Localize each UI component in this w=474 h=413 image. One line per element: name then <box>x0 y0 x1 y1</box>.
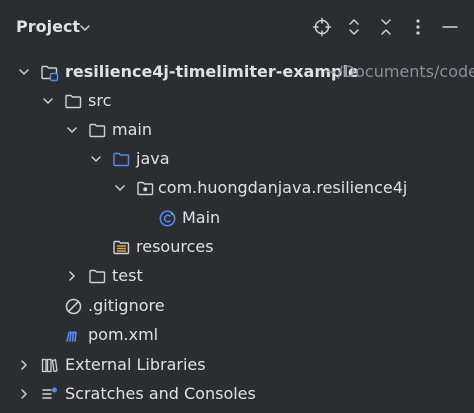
folder-label-resources: resources <box>136 237 214 256</box>
tree-row-scratches[interactable]: Scratches and Consoles <box>0 380 474 409</box>
minimize-icon[interactable] <box>438 15 462 39</box>
tree-row-resources[interactable]: resources <box>0 233 474 262</box>
tree-row-src[interactable]: src <box>0 87 474 116</box>
collapse-all-icon[interactable] <box>374 15 398 39</box>
tool-window-title[interactable]: Project <box>16 17 80 36</box>
tree-row-gitignore[interactable]: .gitignore <box>0 292 474 321</box>
folder-label-test: test <box>112 266 143 285</box>
tree-row-main[interactable]: main <box>0 116 474 145</box>
resources-folder-icon <box>112 238 131 257</box>
project-name: resilience4j-timelimiter-example <box>65 62 359 81</box>
folder-icon <box>88 267 107 286</box>
module-folder-icon <box>40 63 59 82</box>
file-label-pom: pom.xml <box>88 325 159 344</box>
tool-window-header: Project <box>0 0 474 56</box>
library-icon <box>40 356 59 375</box>
chevron-right-icon[interactable] <box>17 358 31 372</box>
chevron-right-icon[interactable] <box>17 387 31 401</box>
maven-icon <box>64 326 83 345</box>
chevron-right-icon[interactable] <box>65 269 79 283</box>
tree-row-test[interactable]: test <box>0 262 474 291</box>
chevron-down-icon[interactable] <box>65 123 79 137</box>
folder-label-main: main <box>112 120 152 139</box>
tree-row-package[interactable]: com.huongdanjava.resilience4j <box>0 174 474 203</box>
chevron-down-icon[interactable] <box>78 21 92 35</box>
chevron-down-icon[interactable] <box>113 181 127 195</box>
tree-row-project-root[interactable]: resilience4j-timelimiter-example ~/Docum… <box>0 58 474 87</box>
external-libraries-label: External Libraries <box>65 355 206 374</box>
package-label: com.huongdanjava.resilience4j <box>158 178 408 197</box>
class-label-main: Main <box>182 208 221 227</box>
tree-row-main-class[interactable]: Main <box>0 204 474 233</box>
locate-icon[interactable] <box>310 15 334 39</box>
chevron-down-icon[interactable] <box>17 65 31 79</box>
package-icon <box>136 179 155 198</box>
tree-row-pom[interactable]: pom.xml <box>0 321 474 350</box>
more-icon[interactable] <box>406 15 430 39</box>
tree-row-external-libraries[interactable]: External Libraries <box>0 351 474 380</box>
ignore-file-icon <box>64 297 83 316</box>
folder-label-java: java <box>136 149 170 168</box>
expand-all-icon[interactable] <box>342 15 366 39</box>
chevron-down-icon[interactable] <box>89 152 103 166</box>
folder-label-src: src <box>88 91 112 110</box>
folder-icon <box>64 92 83 111</box>
folder-icon <box>88 121 107 140</box>
project-path: ~/Documents/code/ <box>324 62 474 81</box>
java-class-icon <box>158 209 177 228</box>
tree-row-java[interactable]: java <box>0 145 474 174</box>
scratches-label: Scratches and Consoles <box>65 384 256 403</box>
scratches-icon <box>40 385 59 404</box>
file-label-gitignore: .gitignore <box>88 296 165 315</box>
chevron-down-icon[interactable] <box>41 94 55 108</box>
source-folder-icon <box>112 150 131 169</box>
